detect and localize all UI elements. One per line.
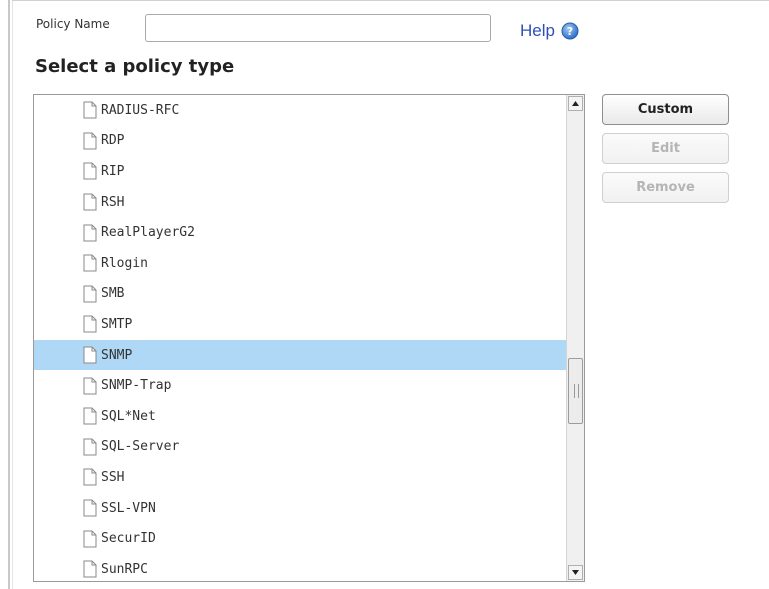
list-item[interactable]: RIP [34,156,568,187]
list-item[interactable]: SMTP [34,309,568,340]
list-item[interactable]: SecurID [34,523,568,554]
list-item[interactable]: SNMP-Trap [34,370,568,401]
list-item[interactable]: SSH [34,462,568,493]
list-item-label: SMB [101,286,125,302]
file-icon [83,438,97,456]
list-item-label: SecurID [101,531,156,547]
list-item-label: SQL*Net [101,408,156,424]
svg-text:?: ? [567,25,573,38]
scroll-up-button[interactable] [568,96,583,111]
remove-button[interactable]: Remove [602,172,729,203]
list-item[interactable]: SQL*Net [34,401,568,432]
list-item-label: SSH [101,469,125,485]
help-label[interactable]: Help [520,21,555,41]
help-link[interactable]: Help ? [520,20,579,42]
scroll-grip [574,384,579,398]
list-item[interactable]: SMB [34,279,568,310]
arrow-up-icon [572,101,579,106]
left-border [8,0,10,589]
policy-name-input[interactable] [145,14,491,42]
file-icon [83,254,97,272]
file-icon [83,499,97,517]
policy-type-list[interactable]: RADIUS-RFC RDP RIP RSH RealPlayerG2 Rlogin SMB… [33,94,585,582]
list-item-selected[interactable]: SNMP [34,339,568,371]
file-icon [83,468,97,486]
list-item[interactable]: RSH [34,187,568,218]
list-item-label: SunRPC [101,561,148,577]
list-item-label: SMTP [101,316,133,332]
arrow-down-icon [572,570,579,575]
file-icon [83,285,97,303]
list-item-label: RDP [101,133,125,149]
list-item[interactable]: SunRPC [34,554,568,581]
list-item-label: SNMP-Trap [101,378,172,394]
file-icon [83,377,97,395]
help-icon[interactable]: ? [561,22,579,40]
file-icon [83,530,97,548]
left-border-inner [12,0,13,589]
scroll-down-button[interactable] [568,565,583,580]
file-icon [83,407,97,425]
file-icon [83,162,97,180]
list-item-label: RSH [101,194,125,210]
list-item[interactable]: SQL-Server [34,432,568,463]
file-icon [83,315,97,333]
file-icon [83,346,97,364]
list-item-label: RADIUS-RFC [101,102,180,118]
list-item[interactable]: RADIUS-RFC [34,95,568,126]
list-item[interactable]: Rlogin [34,248,568,279]
edit-button[interactable]: Edit [602,133,729,164]
list-item-label: SQL-Server [101,439,180,455]
list-item-label: SNMP [101,347,133,363]
policy-dialog: Policy Name Help ? Select a policy type … [0,0,769,589]
list-item[interactable]: SSL-VPN [34,493,568,524]
list-item-label: Rlogin [101,255,148,271]
policy-name-label: Policy Name [36,17,110,31]
list-item[interactable]: RDP [34,126,568,157]
file-icon [83,193,97,211]
top-border [12,0,769,1]
list-item-label: RIP [101,163,125,179]
list-item-label: SSL-VPN [101,500,156,516]
file-icon [83,224,97,242]
file-icon [83,101,97,119]
list-item[interactable]: RealPlayerG2 [34,217,568,248]
vertical-scrollbar[interactable] [566,95,584,581]
scroll-thumb[interactable] [568,358,583,424]
file-icon [83,560,97,578]
section-title: Select a policy type [35,56,235,77]
policy-type-rows: RADIUS-RFC RDP RIP RSH RealPlayerG2 Rlogin SMB… [34,95,568,581]
list-item-label: RealPlayerG2 [101,225,195,241]
custom-button[interactable]: Custom [602,94,729,125]
file-icon [83,132,97,150]
